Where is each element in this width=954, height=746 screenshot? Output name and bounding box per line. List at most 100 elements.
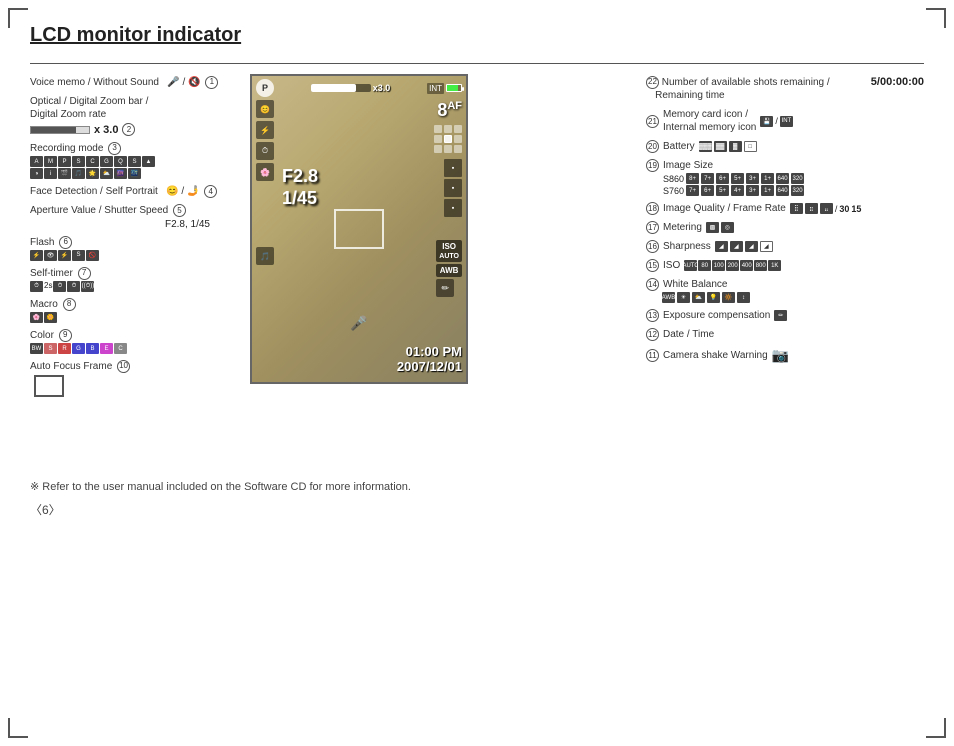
s860-8: 8+ bbox=[686, 173, 699, 184]
macro-icons: 🌸 🌼 bbox=[30, 312, 230, 323]
indicator-self-timer: Self-timer 7 ⏱ 2s ⏱ ⏱ ((⏱)) bbox=[30, 267, 230, 292]
quality-basic: ⣤ bbox=[820, 203, 833, 214]
label-iso: ISO bbox=[663, 259, 680, 272]
screen-battery-fill bbox=[447, 85, 458, 91]
timer-icon-1: ⏱ bbox=[30, 281, 43, 292]
num-5: 5 bbox=[173, 204, 186, 217]
rm-icon-1: A bbox=[30, 156, 43, 167]
screen-mic-icon: 🎤 bbox=[350, 315, 367, 332]
screen-left-icons: 😊 ⚡ ⏱ 🌸 🎵 bbox=[256, 100, 274, 265]
num-11: 11 bbox=[646, 349, 659, 362]
indicator-image-size: 19 Image Size S860 8+ 7+ 6+ 5+ 3+ 1+ 640 bbox=[644, 159, 924, 196]
num-13: 13 bbox=[646, 309, 659, 322]
flash-icon-4: S bbox=[72, 250, 85, 261]
flash-icon-3: ⚡ bbox=[58, 250, 71, 261]
color-b: B bbox=[86, 343, 99, 354]
quality-slash: / bbox=[835, 204, 838, 214]
image-size-row1: S860 8+ 7+ 6+ 5+ 3+ 1+ 640 320 bbox=[663, 173, 804, 184]
batt-empty: □ bbox=[744, 141, 757, 152]
macro-icon-1: 🌸 bbox=[30, 312, 43, 323]
screen-exp-symbol: ✏ bbox=[442, 283, 450, 294]
rm-icon-3: P bbox=[58, 156, 71, 167]
rm-icon-12: 🎬 bbox=[58, 168, 71, 179]
label-aperture: Aperture Value / Shutter Speed 5 bbox=[30, 204, 230, 217]
label-self-timer: Self-timer 7 bbox=[30, 267, 230, 280]
indicator-recording-mode: Recording mode 3 A M P S C G Q S ▲ ◑ i bbox=[30, 142, 230, 179]
indicator-sharpness: 16 Sharpness ◢ ◢ ◢ ◢ bbox=[644, 240, 924, 253]
memory-icons: 💾 / INT bbox=[760, 116, 793, 127]
num-12: 12 bbox=[646, 328, 659, 341]
s760-1: 1+ bbox=[761, 185, 774, 196]
rm-icon-7: Q bbox=[114, 156, 127, 167]
quality-fine: ⣿ bbox=[790, 203, 803, 214]
lcd-screen-container: P x3.0 INT bbox=[250, 74, 468, 384]
page-title: LCD monitor indicator bbox=[30, 24, 924, 47]
s760-640: 640 bbox=[776, 185, 789, 196]
s760-3: 3+ bbox=[746, 185, 759, 196]
color-s: S bbox=[44, 343, 57, 354]
metering-icons: ▩ ◎ bbox=[706, 222, 734, 233]
indicator-color: Color 9 BW S R G B E C bbox=[30, 329, 230, 354]
color-g: G bbox=[72, 343, 85, 354]
footer-note-text: ※ Refer to the user manual included on t… bbox=[30, 481, 411, 493]
label-macro: Macro 8 bbox=[30, 298, 230, 311]
num-8: 8 bbox=[63, 298, 76, 311]
screen-flash-icon: ⚡ bbox=[256, 121, 274, 139]
rm-icon-11: i bbox=[44, 168, 57, 179]
label-color: Color 9 bbox=[30, 329, 230, 342]
s760-320: 320 bbox=[791, 185, 804, 196]
num-17: 17 bbox=[646, 221, 659, 234]
rm-icon-14: 🌟 bbox=[86, 168, 99, 179]
flash-icon-5: 🚫 bbox=[86, 250, 99, 261]
left-labels: Voice memo / Without Sound 🎤 / 🔇 1 Optic… bbox=[30, 74, 230, 403]
indicator-voice-memo: Voice memo / Without Sound 🎤 / 🔇 1 bbox=[30, 76, 230, 89]
camera-shake-icon: 📷 bbox=[772, 347, 789, 364]
label-flash: Flash 6 bbox=[30, 236, 230, 249]
icon-mic: 🎤 bbox=[167, 77, 179, 88]
flash-icon-1: ⚡ bbox=[30, 250, 43, 261]
num-3: 3 bbox=[108, 142, 121, 155]
indicator-datetime: 12 Date / Time bbox=[644, 328, 924, 341]
sharp-2: ◢ bbox=[730, 241, 743, 252]
num-21: 21 bbox=[646, 115, 659, 128]
label-exposure: Exposure compensation bbox=[663, 309, 770, 322]
num-6: 6 bbox=[59, 236, 72, 249]
icon-no-sound: 🔇 bbox=[188, 77, 200, 88]
indicator-zoom: Optical / Digital Zoom bar /Digital Zoom… bbox=[30, 95, 230, 136]
page-number: 〈6〉 bbox=[30, 501, 924, 518]
af-dot-7 bbox=[434, 145, 442, 153]
label-zoom: Optical / Digital Zoom bar /Digital Zoom… bbox=[30, 95, 230, 121]
rm-icon-2: M bbox=[44, 156, 57, 167]
sharp-1: ◢ bbox=[715, 241, 728, 252]
s860-5: 5+ bbox=[731, 173, 744, 184]
screen-zoom-fill bbox=[311, 84, 356, 92]
af-dot-9 bbox=[454, 145, 462, 153]
color-e: E bbox=[100, 343, 113, 354]
meter-center: ◎ bbox=[721, 222, 734, 233]
wb-sun: ☀ bbox=[677, 292, 690, 303]
screen-right-icon-3: ▪ bbox=[444, 199, 462, 217]
rm-icon-9: ▲ bbox=[142, 156, 155, 167]
zoom-rate: x 3.0 bbox=[94, 124, 118, 136]
num-1: 1 bbox=[205, 76, 218, 89]
screen-macro-icon: 🌸 bbox=[256, 163, 274, 181]
af-frame-box bbox=[34, 375, 64, 397]
aperture-value: F2.8, 1/45 bbox=[30, 219, 210, 230]
label-wb: White Balance bbox=[663, 278, 727, 291]
label-metering: Metering bbox=[663, 221, 702, 234]
lcd-screen: P x3.0 INT bbox=[250, 74, 468, 384]
screen-shutter: 1/45 bbox=[282, 188, 317, 209]
label-camera-shake: Camera shake Warning bbox=[663, 349, 768, 362]
screen-right-icon-1: ▪ bbox=[444, 159, 462, 177]
right-labels: 22 Number of available shots remaining /… bbox=[644, 74, 924, 370]
mem-int-icon: INT bbox=[780, 116, 793, 127]
timer-icon-3: ⏱ bbox=[67, 281, 80, 292]
indicator-quality: 18 Image Quality / Frame Rate ⣿ ⣶ ⣤ / 30… bbox=[644, 202, 924, 215]
screen-aperture: F2.8 bbox=[282, 166, 318, 187]
screen-right-icons: 8AF ▪ ▪ ▪ bbox=[434, 100, 462, 217]
s760-5: 5+ bbox=[716, 185, 729, 196]
screen-zoom-area: x3.0 bbox=[311, 83, 391, 93]
label-battery: Battery bbox=[663, 140, 695, 153]
screen-af-num: 8AF bbox=[437, 100, 462, 121]
corner-bracket-br bbox=[926, 718, 946, 738]
